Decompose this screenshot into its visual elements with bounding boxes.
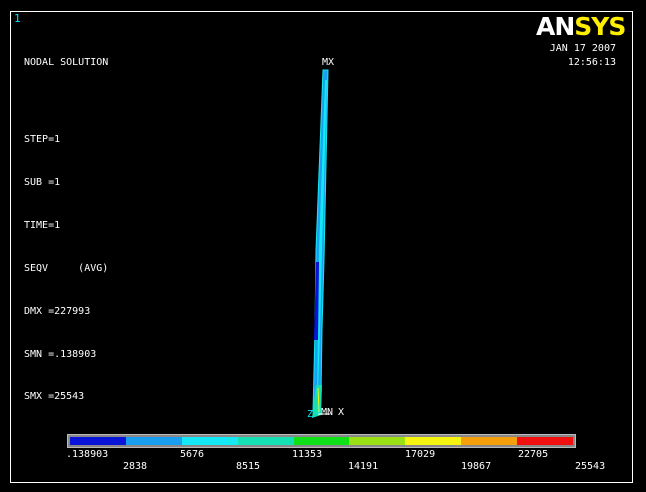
legend-segment [293,437,350,445]
legend-segment [181,437,238,445]
legend-segment [349,437,406,445]
contour-legend-bar [67,434,576,448]
legend-label: 11353 [292,449,323,460]
max-marker: MX [322,57,335,68]
x-axis-label: X [338,407,345,418]
legend-label: 2838 [123,461,148,472]
legend-segment [237,437,294,445]
legend-label: 17029 [405,449,436,460]
legend-label: 5676 [180,449,205,460]
legend-label: 25543 [575,461,606,472]
legend-segment [405,437,462,445]
legend-label: 22705 [518,449,549,460]
legend-label: 19867 [461,461,492,472]
legend-label: 8515 [236,461,261,472]
model-plot [312,69,330,418]
legend-segment [461,437,518,445]
legend-segment [70,437,126,445]
legend-segment [125,437,182,445]
z-axis-label: Z [307,409,314,420]
legend-label: 14191 [348,461,379,472]
legend-label: .138903 [66,449,109,460]
legend-segment [517,437,574,445]
min-marker: MN [321,407,334,418]
